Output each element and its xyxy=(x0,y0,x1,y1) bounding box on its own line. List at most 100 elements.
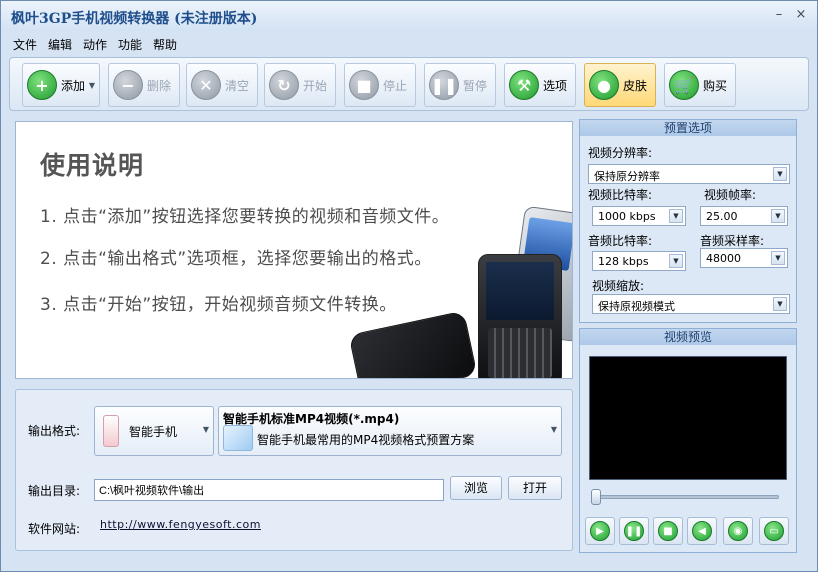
video-bitrate-value: 1000 kbps xyxy=(598,210,656,223)
apple-icon: ● xyxy=(589,70,619,100)
pause-icon: ❚❚ xyxy=(624,521,644,541)
video-bitrate-select[interactable]: 1000 kbps ▼ xyxy=(592,206,686,226)
chevron-down-icon: ▼ xyxy=(771,209,785,223)
smartphone-icon xyxy=(103,415,119,447)
stop-button[interactable]: ■ 停止 xyxy=(344,63,416,107)
settings-icon: ⚒ xyxy=(509,70,539,100)
close-button[interactable]: × xyxy=(793,7,809,22)
folder-icon: ▭ xyxy=(764,521,784,541)
buy-button-label: 购买 xyxy=(703,78,728,93)
minimize-button[interactable]: – xyxy=(771,7,787,22)
clear-button[interactable]: ✕ 清空 xyxy=(186,63,258,107)
clear-button-label: 清空 xyxy=(225,78,250,93)
chevron-down-icon: ▼ xyxy=(550,425,557,434)
frame-rate-select[interactable]: 25.00 ▼ xyxy=(700,206,788,226)
sample-rate-select[interactable]: 48000 ▼ xyxy=(700,248,788,268)
resolution-value: 保持原分辨率 xyxy=(594,170,660,183)
skin-button-label: 皮肤 xyxy=(623,78,648,93)
preset-options-group: 预置选项 视频分辨率: 保持原分辨率 ▼ 视频比特率: 视频帧率: 1000 k… xyxy=(579,119,797,323)
menu-edit[interactable]: 编辑 xyxy=(48,36,72,53)
device-select[interactable]: 智能手机 ▼ xyxy=(94,406,214,456)
chevron-down-icon: ▼ xyxy=(773,167,787,181)
video-preview-screen xyxy=(589,356,787,480)
audio-bitrate-value: 128 kbps xyxy=(598,255,649,268)
chevron-down-icon: ▼ xyxy=(771,251,785,265)
browse-button[interactable]: 浏览 xyxy=(450,476,502,500)
output-dir-label: 输出目录: xyxy=(28,484,81,498)
frame-rate-label: 视频帧率: xyxy=(704,188,757,202)
menu-bar: 文件 编辑 动作 功能 帮助 xyxy=(1,33,817,55)
sample-rate-label: 音频采样率: xyxy=(700,234,765,248)
pause-button[interactable]: ❚❚ 暂停 xyxy=(424,63,496,107)
format-select[interactable]: 智能手机标准MP4视频(*.mp4) 智能手机最常用的MP4视频格式预置方案 ▼ xyxy=(218,406,562,456)
options-button[interactable]: ⚒ 选项 xyxy=(504,63,576,107)
resolution-label: 视频分辨率: xyxy=(588,146,653,160)
website-label: 软件网站: xyxy=(28,522,81,536)
chevron-down-icon: ▼ xyxy=(202,425,209,434)
menu-file[interactable]: 文件 xyxy=(13,36,37,53)
instructions-title: 使用说明 xyxy=(40,151,145,180)
chevron-down-icon: ▼ xyxy=(669,254,683,268)
video-bitrate-label: 视频比特率: xyxy=(588,188,653,202)
pause-button-label: 暂停 xyxy=(463,78,488,93)
delete-button-label: 删除 xyxy=(147,78,172,93)
app-window: 枫叶3GP手机视频转换器 (未注册版本) – × 文件 编辑 动作 功能 帮助 … xyxy=(0,0,818,572)
instructions-panel: 使用说明 1. 点击“添加”按钮选择您要转换的视频和音频文件。 2. 点击“输出… xyxy=(15,121,573,379)
delete-button[interactable]: − 删除 xyxy=(108,63,180,107)
menu-help[interactable]: 帮助 xyxy=(153,36,177,53)
chevron-down-icon: ▼ xyxy=(773,297,787,311)
options-button-label: 选项 xyxy=(543,78,568,93)
audio-bitrate-label: 音频比特率: xyxy=(588,234,653,248)
output-dir-input[interactable] xyxy=(94,479,444,501)
open-folder-button[interactable]: ▭ xyxy=(759,517,789,545)
stop-icon: ■ xyxy=(349,70,379,100)
menu-action[interactable]: 动作 xyxy=(83,36,107,53)
toolbar: + 添加 ▼ − 删除 ✕ 清空 ↻ 开始 ■ 停止 ❚❚ 暂停 ⚒ 选项 ● xyxy=(9,57,809,111)
stop-button-label: 停止 xyxy=(383,78,408,93)
play-button[interactable]: ▶ xyxy=(585,517,615,545)
snapshot-button[interactable]: ◉ xyxy=(723,517,753,545)
add-button-label: 添加 xyxy=(61,78,86,93)
output-panel: 输出格式: 智能手机 ▼ 智能手机标准MP4视频(*.mp4) 智能手机最常用的… xyxy=(15,389,573,551)
resolution-select[interactable]: 保持原分辨率 ▼ xyxy=(588,164,790,184)
plus-icon: + xyxy=(27,70,57,100)
title-bar: 枫叶3GP手机视频转换器 (未注册版本) – × xyxy=(1,1,817,31)
audio-bitrate-select[interactable]: 128 kbps ▼ xyxy=(592,251,686,271)
output-format-label: 输出格式: xyxy=(28,424,81,438)
start-button-label: 开始 xyxy=(303,78,328,93)
clear-x-icon: ✕ xyxy=(191,70,221,100)
play-icon: ▶ xyxy=(590,521,610,541)
chevron-down-icon[interactable]: ▼ xyxy=(89,81,95,90)
pause-preview-button[interactable]: ❚❚ xyxy=(619,517,649,545)
add-button[interactable]: + 添加 ▼ xyxy=(22,63,100,107)
minus-icon: − xyxy=(113,70,143,100)
pause-icon: ❚❚ xyxy=(429,70,459,100)
preset-options-heading: 预置选项 xyxy=(580,120,796,136)
open-button[interactable]: 打开 xyxy=(508,476,562,500)
website-link[interactable]: http://www.fengyesoft.com xyxy=(100,518,261,531)
snapshot-icon: ◉ xyxy=(728,521,748,541)
buy-button[interactable]: 🛒 购买 xyxy=(664,63,736,107)
cart-icon: 🛒 xyxy=(669,70,699,100)
format-description: 智能手机最常用的MP4视频格式预置方案 xyxy=(257,433,475,447)
skin-button[interactable]: ● 皮肤 xyxy=(584,63,656,107)
stop-preview-button[interactable]: ■ xyxy=(653,517,683,545)
seek-slider-handle[interactable] xyxy=(591,489,601,505)
stop-icon: ■ xyxy=(658,521,678,541)
instruction-step-3: 3. 点击“开始”按钮，开始视频音频文件转换。 xyxy=(40,295,397,315)
video-scale-select[interactable]: 保持原视频模式 ▼ xyxy=(592,294,790,314)
menu-function[interactable]: 功能 xyxy=(118,36,142,53)
video-scale-label: 视频缩放: xyxy=(592,279,645,293)
start-button[interactable]: ↻ 开始 xyxy=(264,63,336,107)
window-title: 枫叶3GP手机视频转换器 (未注册版本) xyxy=(11,11,258,27)
sample-rate-value: 48000 xyxy=(706,252,741,265)
seek-slider-track[interactable] xyxy=(593,495,779,499)
volume-button[interactable]: ◀ xyxy=(687,517,717,545)
video-preview-heading: 视频预览 xyxy=(580,329,796,345)
device-select-value: 智能手机 xyxy=(129,425,178,439)
chevron-down-icon: ▼ xyxy=(669,209,683,223)
instruction-step-2: 2. 点击“输出格式”选项框，选择您要输出的格式。 xyxy=(40,249,432,269)
format-file-icon xyxy=(223,425,253,451)
refresh-icon: ↻ xyxy=(269,70,299,100)
instruction-step-1: 1. 点击“添加”按钮选择您要转换的视频和音频文件。 xyxy=(40,207,450,227)
